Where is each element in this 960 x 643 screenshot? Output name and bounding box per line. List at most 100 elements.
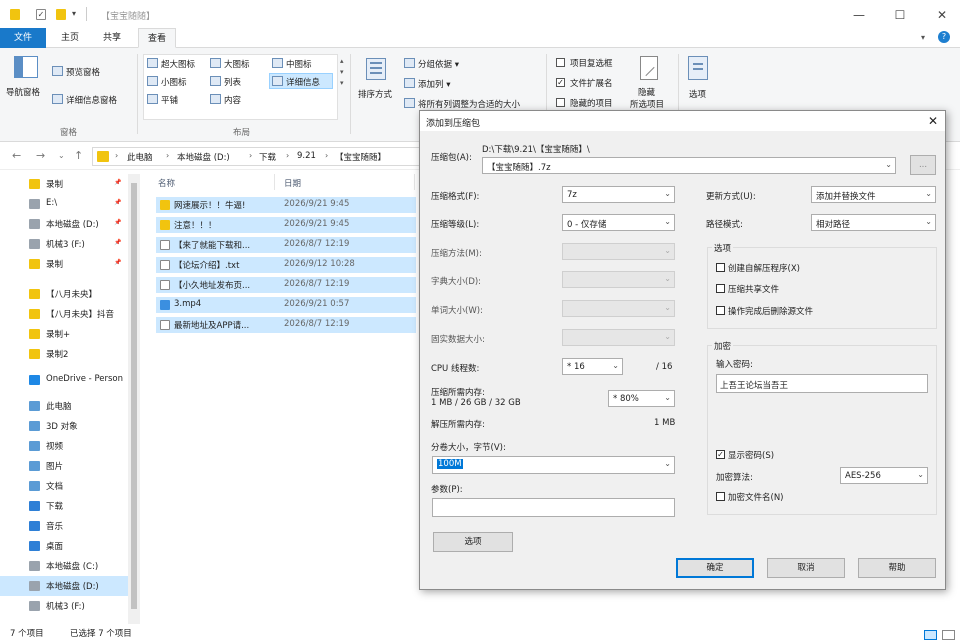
format-select[interactable]: 7z ⌄ bbox=[562, 186, 675, 203]
fit-columns-button[interactable]: 将所有列调整为合适的大小 bbox=[418, 98, 520, 110]
breadcrumb-downloads[interactable]: 下载 bbox=[259, 151, 276, 163]
delete-after-checkbox[interactable] bbox=[716, 306, 725, 315]
nav-item[interactable]: 本地磁盘 (D:) bbox=[0, 576, 128, 596]
path-mode-select[interactable]: 相对路径 ⌄ bbox=[811, 214, 936, 231]
method-select[interactable]: ⌄ bbox=[562, 243, 675, 260]
chevron-down-icon[interactable]: ⌄ bbox=[885, 160, 892, 169]
customize-toolbar-icon[interactable]: ▾ bbox=[72, 9, 76, 18]
breadcrumb-drive-d[interactable]: 本地磁盘 (D:) bbox=[177, 151, 230, 163]
tab-home[interactable]: 主页 bbox=[56, 28, 84, 48]
update-mode-select[interactable]: 添加并替换文件 ⌄ bbox=[811, 186, 936, 203]
ribbon-collapse-icon[interactable]: ▾ bbox=[921, 33, 925, 42]
nav-scrollbar-thumb[interactable] bbox=[131, 183, 137, 609]
tab-view[interactable]: 查看 bbox=[138, 28, 176, 48]
pin-icon[interactable]: 📌 bbox=[114, 239, 121, 246]
cancel-button[interactable]: 取消 bbox=[767, 558, 845, 578]
hide-selected-icon[interactable] bbox=[640, 56, 658, 80]
browse-button[interactable]: ... bbox=[910, 155, 936, 175]
pin-icon[interactable]: 📌 bbox=[114, 219, 121, 226]
parameters-input[interactable] bbox=[432, 498, 675, 517]
nav-item[interactable]: 桌面 bbox=[0, 536, 128, 556]
nav-item[interactable]: 3D 对象 bbox=[0, 416, 128, 436]
up-arrow-icon[interactable]: ↑ bbox=[74, 149, 83, 162]
nav-item[interactable]: 下载 bbox=[0, 496, 128, 516]
dialog-close-icon[interactable]: ✕ bbox=[928, 114, 938, 128]
options-button[interactable]: 选项 bbox=[689, 88, 706, 100]
navigation-pane-icon[interactable] bbox=[14, 56, 38, 78]
details-view-icon[interactable] bbox=[924, 630, 937, 640]
layout-list[interactable]: 列表 bbox=[224, 76, 241, 88]
close-icon[interactable]: ✕ bbox=[931, 6, 953, 24]
create-sfx-checkbox[interactable] bbox=[716, 263, 725, 272]
forward-arrow-icon[interactable]: → bbox=[36, 149, 45, 162]
pin-icon[interactable]: 📌 bbox=[114, 179, 121, 186]
column-divider[interactable] bbox=[414, 174, 415, 190]
pin-icon[interactable]: 📌 bbox=[114, 199, 121, 206]
solid-size-select[interactable]: ⌄ bbox=[562, 329, 675, 346]
pin-icon[interactable]: 📌 bbox=[114, 259, 121, 266]
encryption-method-select[interactable]: AES-256 ⌄ bbox=[840, 467, 928, 484]
hide-button[interactable]: 隐藏 bbox=[638, 86, 655, 98]
chevron-down-icon[interactable]: ⌄ bbox=[664, 459, 671, 468]
options-icon[interactable] bbox=[688, 56, 708, 80]
nav-item[interactable]: 此电脑 bbox=[0, 396, 128, 416]
sort-by-icon[interactable] bbox=[364, 56, 388, 82]
preview-pane-button[interactable]: 预览窗格 bbox=[66, 66, 100, 78]
nav-item[interactable]: 本地磁盘 (D:) 📌 bbox=[0, 214, 128, 234]
hidden-items-checkbox[interactable] bbox=[556, 98, 565, 107]
tab-share[interactable]: 共享 bbox=[98, 28, 126, 48]
chevron-right-icon[interactable]: › bbox=[115, 151, 118, 160]
nav-item[interactable]: 视频 bbox=[0, 436, 128, 456]
details-pane-button[interactable]: 详细信息窗格 bbox=[66, 94, 117, 106]
table-row[interactable]: 注意！！！ 2026/9/21 9:45 bbox=[156, 217, 416, 233]
nav-item[interactable]: 文档 bbox=[0, 476, 128, 496]
nav-pane-button[interactable]: 导航窗格 bbox=[6, 86, 40, 98]
column-name[interactable]: 名称 bbox=[158, 177, 175, 189]
column-date[interactable]: 日期 bbox=[284, 177, 301, 189]
memory-percent-select[interactable]: * 80% ⌄ bbox=[608, 390, 675, 407]
sort-by-button[interactable]: 排序方式 bbox=[358, 88, 392, 100]
ok-button[interactable]: 确定 bbox=[676, 558, 754, 578]
layout-small[interactable]: 小图标 bbox=[161, 76, 187, 88]
file-extensions-checkbox[interactable]: ✓ bbox=[556, 78, 565, 87]
nav-item[interactable]: 图片 bbox=[0, 456, 128, 476]
nav-item[interactable]: 录制 📌 bbox=[0, 174, 128, 194]
nav-item[interactable]: 【八月未央】 bbox=[0, 284, 128, 304]
layout-medium[interactable]: 中图标 bbox=[286, 58, 312, 70]
chevron-right-icon[interactable]: › bbox=[166, 151, 169, 160]
nav-item[interactable]: 音乐 bbox=[0, 516, 128, 536]
table-row[interactable]: 【小久地址发布页... 2026/8/7 12:19 bbox=[156, 277, 416, 293]
nav-item[interactable]: 录制+ bbox=[0, 324, 128, 344]
table-row[interactable]: 【来了就能下载和... 2026/8/7 12:19 bbox=[156, 237, 416, 253]
layout-content[interactable]: 内容 bbox=[224, 94, 241, 106]
layout-scroll-icon[interactable]: ▴ ▾ ▾ bbox=[340, 56, 344, 89]
nav-item[interactable]: 机械3 (F:) 📌 bbox=[0, 234, 128, 254]
dictionary-select[interactable]: ⌄ bbox=[562, 271, 675, 288]
nav-item[interactable]: 录制2 bbox=[0, 344, 128, 364]
minimize-icon[interactable]: — bbox=[848, 6, 870, 24]
table-row[interactable]: 最新地址及APP请... 2026/8/7 12:19 bbox=[156, 317, 416, 333]
nav-item[interactable]: E:\ 📌 bbox=[0, 194, 128, 214]
address-path-box[interactable]: › 此电脑 › 本地磁盘 (D:) › 下载 › 9.21 › 【宝宝随随】 bbox=[92, 147, 422, 166]
new-folder-icon[interactable] bbox=[56, 9, 66, 20]
cpu-threads-select[interactable]: * 16 ⌄ bbox=[562, 358, 623, 375]
nav-item[interactable]: 录制 📌 bbox=[0, 254, 128, 274]
chevron-right-icon[interactable]: › bbox=[325, 151, 328, 160]
help-button[interactable]: 帮助 bbox=[858, 558, 936, 578]
encrypt-names-checkbox[interactable] bbox=[716, 492, 725, 501]
nav-item[interactable]: 【八月未央】抖音 bbox=[0, 304, 128, 324]
split-size-combo[interactable]: 100M ⌄ bbox=[432, 456, 675, 474]
column-divider[interactable] bbox=[274, 174, 275, 190]
archive-name-combo[interactable]: 【宝宝随随】.7z ⌄ bbox=[482, 157, 896, 174]
chevron-right-icon[interactable]: › bbox=[286, 151, 289, 160]
tab-file[interactable]: 文件 bbox=[0, 28, 46, 48]
add-columns-button[interactable]: 添加列 ▾ bbox=[418, 78, 450, 90]
compress-shared-checkbox[interactable] bbox=[716, 284, 725, 293]
layout-large[interactable]: 大图标 bbox=[224, 58, 250, 70]
nav-item[interactable]: 机械3 (F:) bbox=[0, 596, 128, 616]
word-size-select[interactable]: ⌄ bbox=[562, 300, 675, 317]
item-checkboxes-checkbox[interactable] bbox=[556, 58, 565, 67]
back-arrow-icon[interactable]: ← bbox=[12, 149, 21, 162]
password-input[interactable]: 上吾王论坛当吾王 bbox=[716, 374, 928, 393]
table-row[interactable]: 【论坛介绍】.txt 2026/9/12 10:28 bbox=[156, 257, 416, 273]
